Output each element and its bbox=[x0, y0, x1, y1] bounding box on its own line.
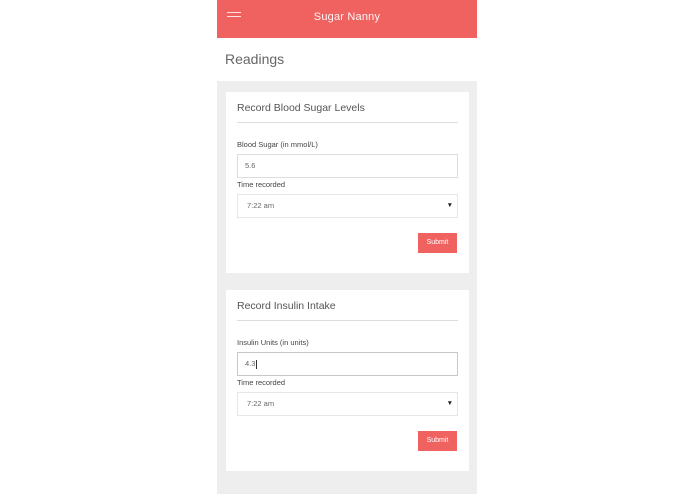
insulin-units-input[interactable]: 4.3 bbox=[237, 352, 458, 376]
app-title: Sugar Nanny bbox=[313, 11, 381, 23]
card-divider bbox=[237, 320, 458, 321]
insulin-units-input-value: 4.3 bbox=[245, 359, 256, 368]
insulin-card-title: Record Insulin Intake bbox=[237, 300, 336, 312]
blood-sugar-card-title: Record Blood Sugar Levels bbox=[237, 102, 365, 114]
blood-sugar-input-value: 5.6 bbox=[245, 161, 256, 170]
text-cursor bbox=[256, 359, 258, 369]
caret-down-icon: ▼ bbox=[446, 400, 453, 407]
insulin-time-label: Time recorded bbox=[237, 378, 286, 387]
blood-sugar-submit-button[interactable]: Submit bbox=[418, 233, 457, 253]
insulin-units-label: Insulin Units (in units) bbox=[237, 338, 309, 347]
caret-down-icon: ▼ bbox=[446, 202, 453, 209]
blood-sugar-card: Record Blood Sugar Levels Blood Sugar (i… bbox=[226, 92, 469, 273]
blood-sugar-label: Blood Sugar (in mmol/L) bbox=[237, 140, 318, 149]
app-frame: Sugar Nanny Readings Record Blood Sugar … bbox=[217, 0, 477, 494]
insulin-card: Record Insulin Intake Insulin Units (in … bbox=[226, 290, 469, 471]
blood-sugar-time-value: 7:22 am bbox=[247, 201, 275, 210]
insulin-time-value: 7:22 am bbox=[247, 399, 275, 408]
top-app-bar: Sugar Nanny bbox=[217, 0, 477, 38]
blood-sugar-time-label: Time recorded bbox=[237, 180, 286, 189]
page-title: Readings bbox=[225, 51, 285, 67]
insulin-submit-button[interactable]: Submit bbox=[418, 431, 457, 451]
insulin-time-select[interactable]: 7:22 am ▼ bbox=[237, 392, 458, 416]
readings-content: Record Blood Sugar Levels Blood Sugar (i… bbox=[217, 81, 477, 494]
blood-sugar-input[interactable]: 5.6 bbox=[237, 154, 458, 178]
card-divider bbox=[237, 122, 458, 123]
blood-sugar-time-select[interactable]: 7:22 am ▼ bbox=[237, 194, 458, 218]
